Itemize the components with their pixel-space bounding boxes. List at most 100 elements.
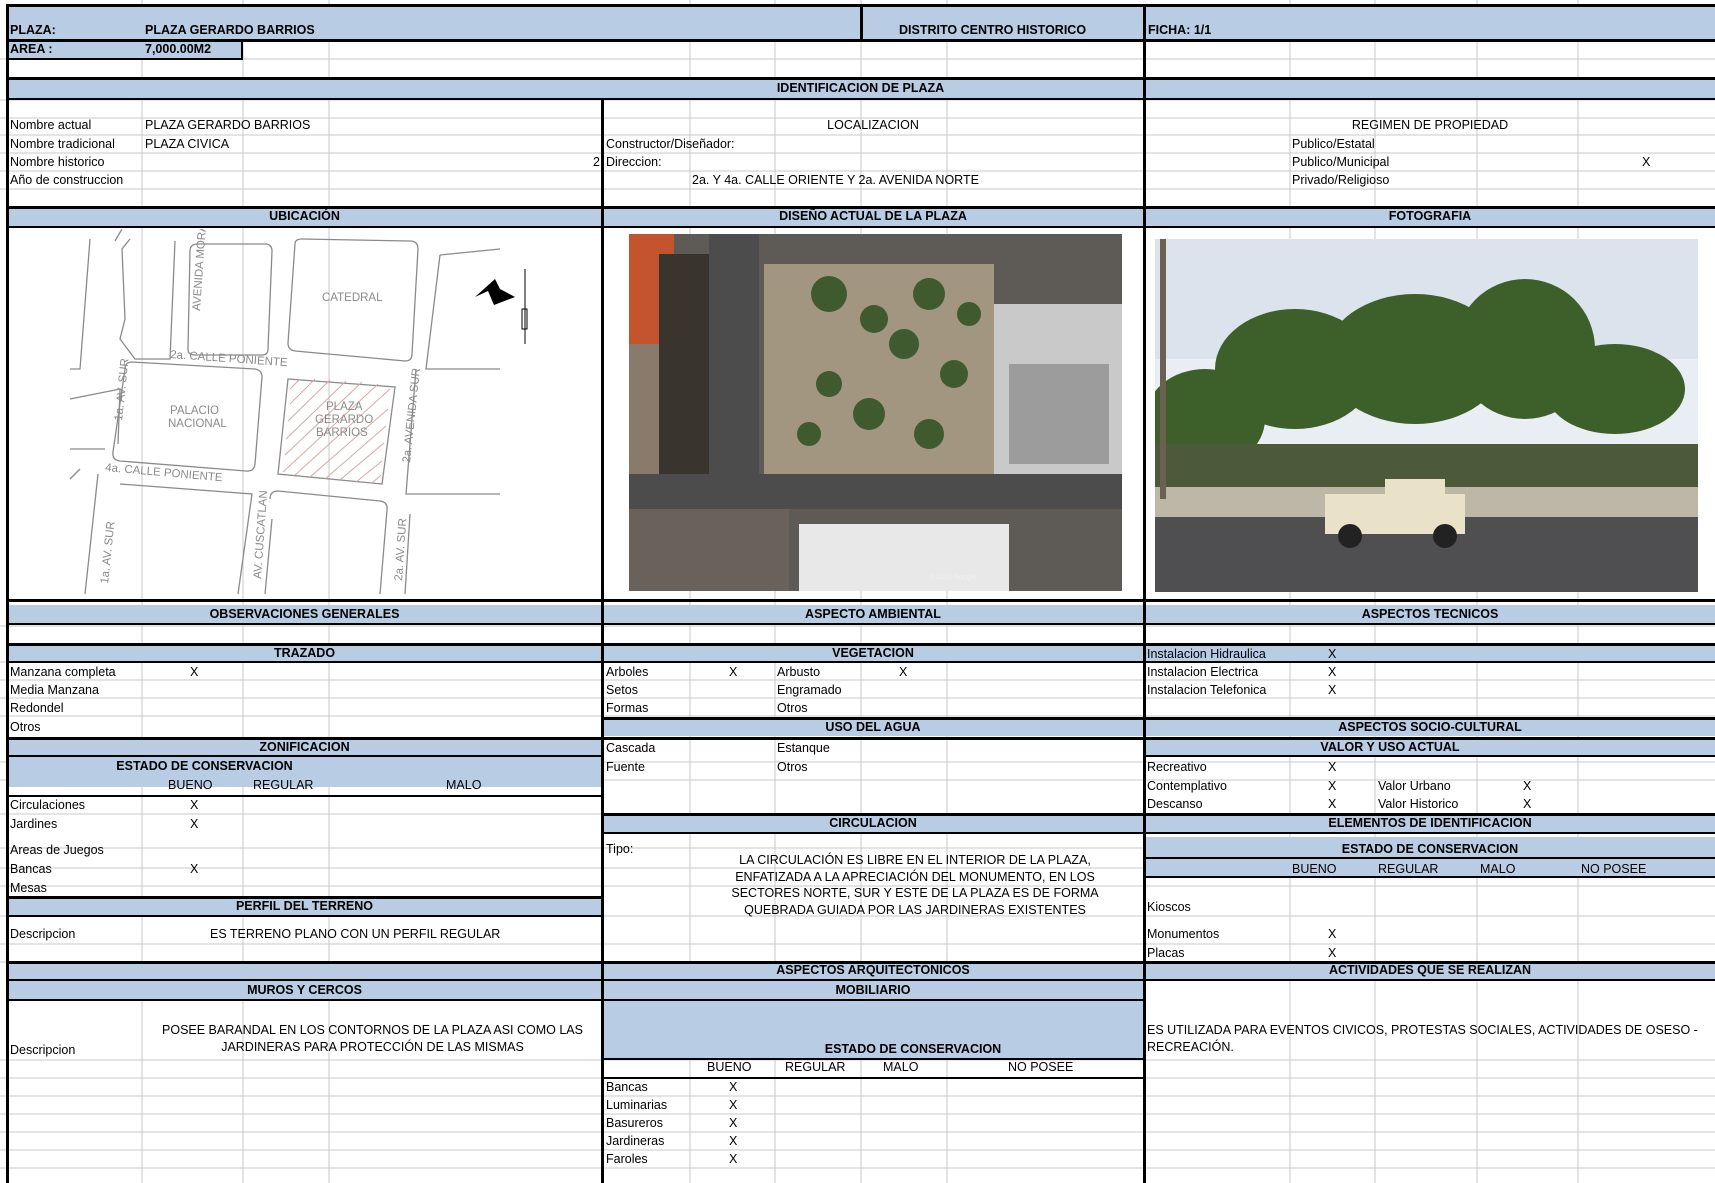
map-label: NACIONAL (168, 418, 227, 430)
direccion-value: 2a. Y 4a. CALLE ORIENTE Y 2a. AVENIDA NO… (692, 173, 979, 187)
plaza-name: PLAZA GERARDO BARRIOS (145, 23, 315, 37)
agua-label: Otros (777, 760, 808, 774)
mobiliario-mark: X (729, 1098, 738, 1112)
estado-col: REGULAR (253, 778, 314, 792)
valor-title: VALOR Y USO ACTUAL (1320, 740, 1460, 754)
veg-mark: X (899, 665, 908, 679)
constructor-label: Constructor/Diseñador: (606, 137, 735, 151)
estado-col: NO POSEE (1008, 1060, 1074, 1074)
socio-title: ASPECTOS SOCIO-CULTURAL (1338, 720, 1522, 734)
map-label: 4a. CALLE PONIENTE (105, 462, 224, 484)
trazado-label: Media Manzana (10, 683, 99, 697)
veg-label: Arboles (606, 665, 649, 679)
map-label: 1a. AV. SUR (99, 521, 117, 585)
tecnico-mark: X (1328, 665, 1337, 679)
elementos-title: ELEMENTOS DE IDENTIFICACION (1328, 816, 1532, 830)
tecnicos-title: ASPECTOS TECNICOS (1361, 607, 1499, 621)
row-label: Nombre historico (10, 155, 105, 169)
map-label: 2a. AVENIDA SUR (401, 368, 423, 464)
border (603, 1077, 1145, 1079)
trazado-label: Manzana completa (10, 665, 116, 679)
row-value: 2 (593, 155, 600, 169)
agua-label: Fuente (606, 760, 645, 774)
agua-label: Cascada (606, 741, 656, 755)
tecnico-label: Instalacion Electrica (1147, 665, 1259, 679)
mobiliario-label: Luminarias (606, 1098, 668, 1112)
tecnico-label: Instalacion Hidraulica (1147, 647, 1266, 661)
muros-label: Descripcion (10, 1043, 76, 1057)
ambiental-title: ASPECTO AMBIENTAL (805, 607, 941, 621)
map-label: PLAZA (326, 401, 363, 413)
zona-label: Mesas (10, 881, 47, 895)
map-label: 2a. CALLE PONIENTE (170, 349, 288, 369)
row-label: Año de construccion (10, 173, 124, 187)
tecnico-mark: X (1328, 647, 1337, 661)
perfil-title: PERFIL DEL TERRENO (235, 899, 374, 913)
veg-label: Engramado (777, 683, 842, 697)
zona-label: Jardines (10, 817, 58, 831)
area-box (241, 41, 243, 59)
elementos-estado-title: ESTADO DE CONSERVACION (1341, 842, 1519, 856)
elemento-mark: X (1328, 946, 1337, 960)
mobiliario-mark: X (729, 1080, 738, 1094)
border (6, 623, 1715, 625)
elemento-label: Placas (1147, 946, 1185, 960)
border (6, 98, 1715, 100)
veg-label: Setos (606, 683, 638, 697)
uso-label: Descanso (1147, 797, 1203, 811)
arquitectonicos-title: ASPECTOS ARQUITECTONICOS (776, 963, 970, 977)
regimen-label: Privado/Religioso (1292, 173, 1390, 187)
identificacion-title: IDENTIFICACION DE PLAZA (776, 81, 945, 95)
mobiliario-label: Bancas (606, 1080, 648, 1094)
map-label: GERARDO (315, 414, 373, 426)
trazado-label: Otros (10, 720, 41, 734)
uso-label: Contemplativo (1147, 779, 1227, 793)
estado-title: ESTADO DE CONSERVACION (116, 759, 293, 773)
valor-label: Valor Urbano (1378, 779, 1451, 793)
estado-col: MALO (883, 1060, 919, 1074)
border (1145, 755, 1715, 757)
uso-label: Recreativo (1147, 760, 1207, 774)
valor-mark: X (1523, 797, 1532, 811)
row-value: PLAZA GERARDO BARRIOS (145, 118, 311, 132)
actividades-title: ACTIVIDADES QUE SE REALIZAN (1328, 963, 1532, 977)
regimen-mark: X (1642, 155, 1651, 169)
veg-label: Otros (777, 701, 808, 715)
zona-label: Circulaciones (10, 798, 86, 812)
row-label: Nombre actual (10, 118, 92, 132)
aerial-caption: © 2010 Google (929, 573, 976, 581)
regimen-label: Publico/Municipal (1292, 155, 1390, 169)
mobiliario-title: MOBILIARIO (835, 983, 911, 997)
estado-col: REGULAR (785, 1060, 846, 1074)
uso-mark: X (1328, 760, 1337, 774)
map-label: PALACIO (170, 405, 219, 417)
mobiliario-mark: X (729, 1116, 738, 1130)
trazado-mark: X (190, 665, 199, 679)
muros-value: POSEE BARANDAL EN LOS CONTORNOS DE LA PL… (162, 1023, 583, 1054)
mobiliario-mark: X (729, 1152, 738, 1166)
elemento-label: Kioscos (1147, 900, 1191, 914)
location-map: AVENIDA MORAZAN CATEDRAL 2a. CALLE PONIE… (69, 229, 528, 595)
area-label: AREA : (10, 42, 53, 56)
veg-label: Arbusto (777, 665, 821, 679)
valor-mark: X (1523, 779, 1532, 793)
estado-col: NO POSEE (1581, 862, 1647, 876)
estado-col: BUENO (1292, 862, 1337, 876)
uso-mark: X (1328, 779, 1337, 793)
border (6, 599, 1715, 602)
zona-mark: X (190, 798, 199, 812)
border (6, 795, 603, 797)
border (6, 77, 1715, 80)
zona-label: Areas de Juegos (10, 843, 104, 857)
estado-col: BUENO (707, 1060, 752, 1074)
plaza-photo (1155, 239, 1698, 592)
mobiliario-label: Jardineras (606, 1134, 665, 1148)
zona-mark: X (190, 817, 199, 831)
tipo-label: Tipo: (606, 842, 634, 856)
area-box (6, 58, 243, 60)
diseno-title: DISEÑO ACTUAL DE LA PLAZA (779, 209, 967, 223)
north-arrow (475, 269, 528, 344)
mobiliario-mark: X (729, 1134, 738, 1148)
veg-label: Formas (606, 701, 649, 715)
tecnico-label: Instalacion Telefonica (1147, 683, 1267, 697)
